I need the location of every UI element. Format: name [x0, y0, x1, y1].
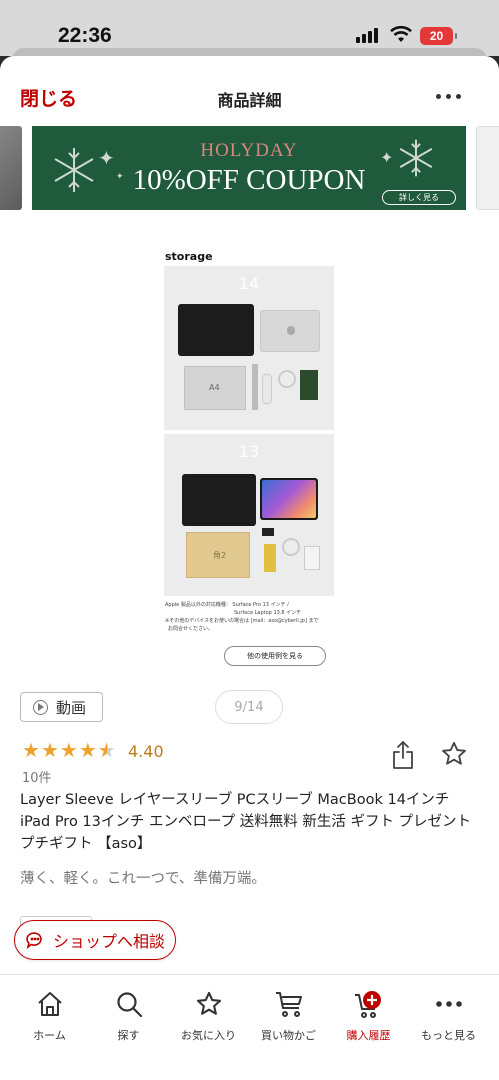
star-icon: ★ [78, 738, 97, 762]
envelope-label: 角2 [213, 551, 227, 560]
image-note: ※その他のデバイスをお使いの場合は [mail：aso@cyberli.jp] … [165, 618, 319, 624]
banner-carousel[interactable]: ✦ ✦ HOLYDAY 10%OFF COUPON ✦ 詳しく見る [0, 126, 499, 212]
review-count[interactable]: 10件 [22, 767, 52, 786]
image-note: Apple 製品以外の対応機種： Surface Pro 13 インチ / [165, 602, 289, 608]
envelope-image: 角2 [186, 532, 250, 578]
tab-search[interactable]: 探す [87, 975, 170, 1043]
accessories-image [278, 370, 296, 388]
rating-value[interactable]: 4.40 [128, 742, 164, 761]
tab-more[interactable]: もっと見る [407, 975, 490, 1043]
video-button[interactable]: 動画 [20, 692, 103, 722]
home-icon [37, 992, 62, 1016]
star-icon: ★ [59, 738, 78, 762]
tab-purchase-history[interactable]: 購入履歴 [327, 975, 410, 1043]
snowflake-icon [399, 139, 433, 177]
accessories-image [304, 546, 320, 570]
image-note: Surface Laptop 13.8 インチ [234, 610, 302, 616]
favorite-star-icon[interactable] [440, 740, 468, 768]
star-icon: ★ [40, 738, 59, 762]
accessories-image [300, 370, 318, 400]
image-pager: 9/14 [215, 690, 283, 724]
video-label: 動画 [56, 698, 87, 717]
consult-label: ショップへ相談 [53, 932, 166, 951]
star-icon [196, 991, 221, 1015]
tab-label: ホーム [33, 1029, 66, 1042]
wifi-icon [390, 26, 412, 42]
cart-icon [275, 992, 302, 1017]
tab-label: 買い物かご [261, 1029, 316, 1042]
tab-cart[interactable]: 買い物かご [247, 975, 330, 1043]
banner-detail-button[interactable]: 詳しく見る [382, 190, 456, 205]
image-note: お問合せください。 [168, 626, 214, 632]
play-icon [33, 699, 48, 715]
tab-home[interactable]: ホーム [8, 975, 91, 1043]
more-options-button[interactable] [436, 94, 461, 99]
shop-consult-button[interactable]: ショップへ相談 [14, 920, 176, 960]
page-title: 商品詳細 [217, 91, 282, 110]
more-icon [435, 1001, 462, 1007]
image-size-13: 13 [238, 442, 260, 461]
coupon-banner[interactable]: ✦ ✦ HOLYDAY 10%OFF COUPON ✦ 詳しく見る [32, 126, 466, 210]
accessories-image [282, 538, 300, 556]
next-banner[interactable] [476, 126, 499, 210]
share-icon[interactable] [392, 740, 414, 770]
product-title: Layer Sleeve レイヤースリーブ PCスリーブ MacBook 14イ… [20, 792, 472, 852]
product-catchcopy: 薄く、軽く。これ一つで、準備万端。 [20, 871, 266, 887]
sleeve-image [182, 474, 256, 526]
rating-stars[interactable]: ★ ★ ★ ★ ★ [22, 740, 116, 760]
sparkle-icon: ✦ [380, 148, 394, 167]
top-bar: 閉じる 商品詳細 [0, 56, 499, 120]
tablet-image [260, 478, 318, 520]
accessories-image [252, 364, 258, 410]
tab-favorites[interactable]: お気に入り [167, 975, 250, 1043]
product-detail-sheet: 閉じる 商品詳細 ✦ ✦ HOLYDAY 10%OFF COUPON ✦ 詳しく… [0, 56, 499, 1080]
image-panel-13: 13 角2 [164, 434, 334, 596]
image-panel-14: 14 A4 [164, 266, 334, 430]
accessories-image [264, 544, 276, 572]
tab-label: 探す [117, 1029, 140, 1042]
other-examples-button[interactable]: 他の使用例を見る [224, 646, 326, 666]
tab-label: もっと見る [421, 1029, 476, 1042]
battery-icon: 20 [420, 27, 457, 45]
status-time: 22:36 [58, 24, 112, 47]
previous-banner[interactable] [0, 126, 22, 210]
tab-label: 購入履歴 [346, 1029, 391, 1042]
star-icon: ★ [22, 738, 40, 762]
envelope-image: A4 [184, 366, 246, 410]
half-star-icon: ★ [97, 738, 116, 762]
accessories-image [262, 374, 272, 404]
laptop-image [260, 310, 320, 352]
image-size-14: 14 [238, 274, 260, 293]
search-icon [116, 992, 142, 1018]
chat-icon [26, 932, 42, 950]
purchase-history-icon [354, 991, 381, 1018]
image-storage-label: storage [165, 250, 213, 263]
signal-icon [356, 28, 378, 43]
product-image[interactable]: storage 14 A4 13 角2 Apple 製品以外の対応機種： Sur… [164, 248, 334, 678]
tab-label: お気に入り [181, 1029, 236, 1042]
sleeve-image [178, 304, 254, 356]
bottom-tab-bar: ホーム 探す お気に入り 買い物かご 購入履歴 もっと見る [0, 974, 499, 1080]
envelope-label: A4 [209, 383, 220, 392]
accessories-image [262, 528, 274, 536]
